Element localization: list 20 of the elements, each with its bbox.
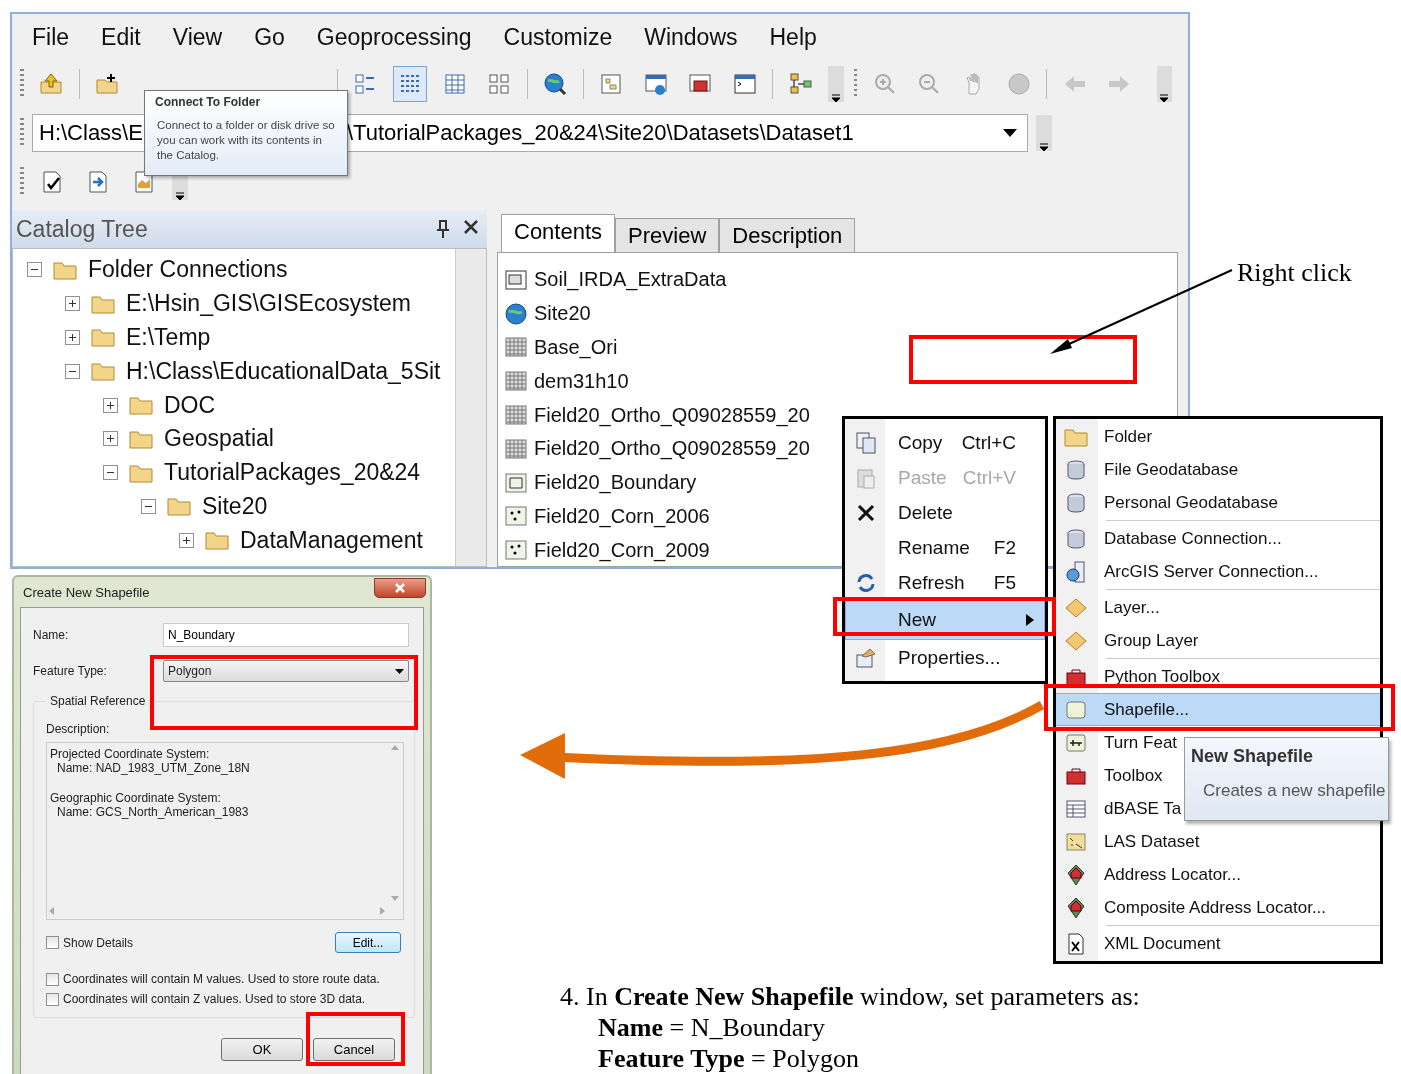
checkbox-label: Show Details bbox=[63, 935, 134, 950]
checkbox-label: Coordinates will contain Z values. Used to store 3D data. bbox=[63, 992, 366, 1006]
instruction-text: Feature Type = Polygon bbox=[598, 1043, 859, 1074]
instruction-text: 4. In Create New Shapefile window, set parameters as: bbox=[560, 981, 1140, 1012]
tooltip-title: New Shapefile bbox=[1191, 746, 1315, 767]
checkbox-label: Coordinates will contain M values. Used to store route data. bbox=[63, 972, 380, 986]
panel-title: Catalog Tree bbox=[16, 215, 148, 243]
group-label: Spatial Reference bbox=[49, 694, 147, 708]
description-text: Name: NAD_1983_UTM_Zone_18N bbox=[56, 761, 251, 775]
dialog-title: Create New Shapefile bbox=[23, 584, 150, 600]
field-label: Description: bbox=[46, 722, 111, 736]
description-text: Geographic Coordinate System: bbox=[50, 791, 222, 805]
callout-text: Right click bbox=[1237, 258, 1352, 288]
field-label: Name: bbox=[33, 628, 70, 642]
description-text: Projected Coordinate System: bbox=[50, 747, 211, 761]
field-label: Feature Type: bbox=[33, 664, 108, 678]
description-text: Name: GCS_North_American_1983 bbox=[56, 805, 250, 819]
tooltip-text: Creates a new shapefile bbox=[1202, 781, 1387, 801]
instruction-text: Name = N_Boundary bbox=[598, 1012, 825, 1043]
tooltip-title: Connect To Folder bbox=[155, 95, 262, 109]
